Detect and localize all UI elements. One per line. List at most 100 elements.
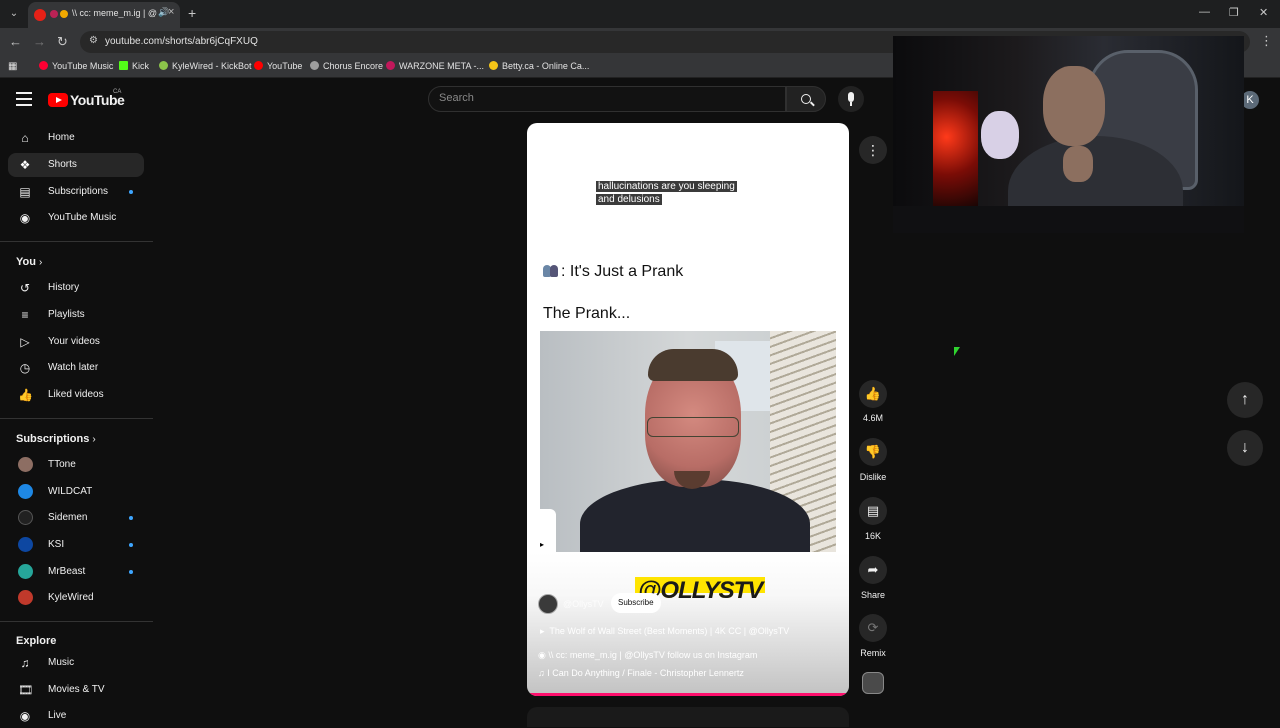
sidebar-channel-ksi[interactable]: KSI bbox=[8, 533, 144, 557]
subscribe-button[interactable]: Subscribe bbox=[611, 593, 661, 613]
explore-section-heading: Explore bbox=[16, 635, 57, 647]
sidebar-channel-wildcat[interactable]: WILDCAT bbox=[8, 480, 144, 504]
channel-avatar[interactable] bbox=[538, 594, 558, 614]
like-button[interactable]: 👍 bbox=[859, 380, 887, 408]
chevron-right-icon: › bbox=[92, 434, 96, 445]
search-icon bbox=[801, 94, 811, 104]
hamburger-menu-icon[interactable] bbox=[16, 92, 32, 106]
play-icon: ▸ bbox=[540, 626, 545, 636]
reload-icon[interactable]: ↻ bbox=[57, 34, 68, 50]
thumbs-down-icon: 👎 bbox=[864, 444, 882, 459]
more-options-icon[interactable]: ⋮ bbox=[859, 136, 887, 164]
sidebar-item-home[interactable]: ⌂ Home bbox=[8, 126, 144, 150]
channel-avatar bbox=[18, 457, 33, 472]
movies-icon: 🎞 bbox=[18, 683, 34, 697]
tab-status-icon bbox=[50, 10, 58, 18]
sidebar-item-subscriptions[interactable]: ▤ Subscriptions bbox=[8, 180, 144, 204]
dislike-label: Dislike bbox=[859, 472, 887, 482]
playlists-icon: ≡ bbox=[21, 308, 29, 322]
sidebar-item-live[interactable]: ◉ Live bbox=[8, 704, 144, 728]
you-section-heading[interactable]: You › bbox=[16, 256, 42, 268]
back-icon[interactable]: ← bbox=[9, 34, 22, 49]
tab-search-dropdown-icon[interactable]: ⌄ bbox=[6, 6, 22, 22]
bookmark-kick[interactable]: Kick bbox=[119, 61, 149, 71]
channel-avatar bbox=[18, 537, 33, 552]
search-box[interactable] bbox=[428, 86, 786, 112]
url-text[interactable]: youtube.com/shorts/abr6jCqFXUQ bbox=[105, 36, 258, 47]
remix-label: Remix bbox=[860, 648, 886, 658]
bookmark-chorus-encore[interactable]: Chorus Encore bbox=[310, 61, 383, 71]
sidebar-item-youtube-music[interactable]: ◉ YouTube Music bbox=[8, 206, 144, 230]
music-note-icon: ♫ bbox=[538, 668, 545, 678]
live-icon: ◉ bbox=[19, 709, 31, 723]
sidebar-channel-mrbeast[interactable]: MrBeast bbox=[8, 560, 144, 584]
forward-icon[interactable]: → bbox=[33, 34, 46, 49]
sidebar-channel-kylewired[interactable]: KyleWired bbox=[8, 586, 144, 610]
tab-close-icon[interactable]: × bbox=[168, 6, 174, 18]
sidebar: ⌂ Home ❖ Shorts ▤ Subscriptions ◉ YouTub… bbox=[0, 124, 153, 723]
channel-avatar bbox=[18, 484, 33, 499]
sound-link[interactable]: ♫ I Can Do Anything / Finale - Christoph… bbox=[538, 668, 744, 678]
sidebar-item-playlists[interactable]: ≡ Playlists bbox=[8, 303, 144, 327]
channel-name[interactable]: @OllysTV bbox=[563, 599, 604, 609]
next-short-button[interactable]: ↓ bbox=[1227, 430, 1263, 466]
mouse-cursor bbox=[954, 347, 960, 356]
bookmark-youtube-music[interactable]: YouTube Music bbox=[39, 61, 113, 71]
meme-subtitle: The Prank... bbox=[543, 305, 631, 322]
channel-avatar bbox=[18, 510, 33, 525]
subscriptions-section-heading[interactable]: Subscriptions › bbox=[16, 433, 96, 445]
video-description[interactable]: ◉ \\ cc: meme_m.ig | @OllysTV follow us … bbox=[538, 650, 757, 661]
new-tab-button[interactable]: + bbox=[188, 5, 196, 21]
sidebar-item-your-videos[interactable]: ▷ Your videos bbox=[8, 330, 144, 354]
bookmark-favicon-icon bbox=[254, 61, 263, 70]
bookmark-favicon-icon bbox=[159, 61, 168, 70]
search-input[interactable] bbox=[439, 92, 769, 104]
minimize-icon[interactable]: — bbox=[1199, 6, 1210, 18]
dislike-button[interactable]: 👎 bbox=[859, 438, 887, 466]
youtube-favicon-icon bbox=[34, 9, 46, 21]
new-content-dot bbox=[129, 543, 133, 547]
comments-button[interactable]: ▤ bbox=[859, 497, 887, 525]
window-close-icon[interactable]: ✕ bbox=[1259, 6, 1268, 19]
sidebar-item-watch-later[interactable]: ◷ Watch later bbox=[8, 356, 144, 380]
bookmark-betty[interactable]: Betty.ca - Online Ca... bbox=[489, 61, 589, 71]
sidebar-item-movies-tv[interactable]: 🎞 Movies & TV bbox=[8, 678, 144, 702]
progress-bar[interactable] bbox=[527, 693, 849, 696]
sidebar-item-music[interactable]: ♫ Music bbox=[8, 651, 144, 675]
voice-search-button[interactable] bbox=[838, 86, 864, 112]
watch-later-icon: ◷ bbox=[19, 361, 31, 375]
comment-icon: ▤ bbox=[866, 503, 880, 518]
arrow-down-icon: ↓ bbox=[1241, 439, 1249, 456]
webcam-overlay bbox=[893, 36, 1244, 233]
previous-short-button[interactable]: ↑ bbox=[1227, 382, 1263, 418]
restore-icon[interactable]: ❐ bbox=[1229, 6, 1239, 19]
sidebar-item-history[interactable]: ↺ History bbox=[8, 276, 144, 300]
share-icon: ➦ bbox=[867, 562, 879, 577]
bookmark-kylewired-kickbot[interactable]: KyleWired - KickBot bbox=[159, 61, 252, 71]
sound-thumbnail[interactable] bbox=[862, 672, 884, 694]
search-button[interactable] bbox=[786, 86, 826, 112]
apps-grid-icon[interactable]: ▦ bbox=[8, 61, 17, 72]
bookmark-warzone-meta[interactable]: WARZONE META -... bbox=[386, 61, 484, 71]
browser-menu-icon[interactable]: ⋮ bbox=[1260, 33, 1273, 49]
sidebar-divider bbox=[0, 418, 153, 419]
sidebar-channel-sidemen[interactable]: Sidemen bbox=[8, 506, 144, 530]
thumbs-up-icon: 👍 bbox=[864, 386, 882, 401]
bookmark-youtube[interactable]: YouTube bbox=[254, 61, 302, 71]
next-short-preview[interactable] bbox=[527, 707, 849, 727]
remix-button[interactable]: ⟳ bbox=[859, 614, 887, 642]
related-video-link[interactable]: ▸ The Wolf of Wall Street (Best Moments)… bbox=[540, 626, 789, 637]
people-emoji-icon bbox=[543, 264, 561, 278]
channel-avatar bbox=[18, 590, 33, 605]
shorts-player[interactable]: hallucinations are you sleeping and delu… bbox=[527, 123, 849, 696]
active-tab[interactable]: \\ cc: meme_m.ig | @ 🔊 × bbox=[28, 2, 180, 28]
bookmark-favicon-icon bbox=[489, 61, 498, 70]
video-caption: hallucinations are you sleeping and delu… bbox=[596, 181, 737, 205]
sidebar-item-liked-videos[interactable]: 👍 Liked videos bbox=[8, 383, 144, 407]
share-button[interactable]: ➦ bbox=[859, 556, 887, 584]
new-content-dot bbox=[129, 516, 133, 520]
sidebar-item-shorts[interactable]: ❖ Shorts bbox=[8, 153, 144, 177]
bookmark-favicon-icon bbox=[119, 61, 128, 70]
sidebar-channel-ttone[interactable]: TTone bbox=[8, 453, 144, 477]
site-info-icon[interactable]: ⚙ bbox=[89, 35, 98, 46]
